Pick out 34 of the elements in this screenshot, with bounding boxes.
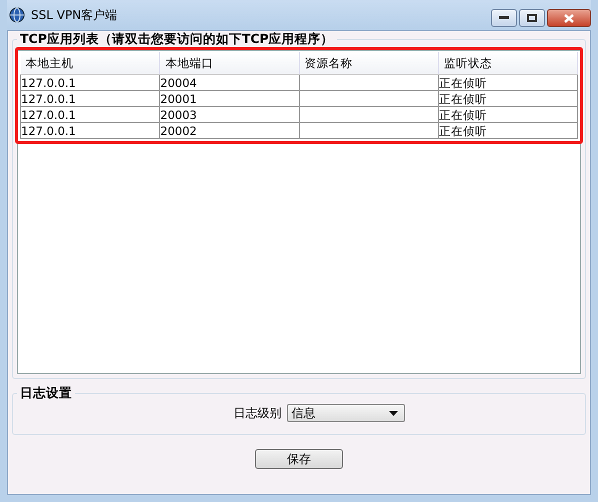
column-header[interactable]: 资源名称 [299, 52, 438, 74]
minimize-button[interactable] [491, 9, 517, 27]
maximize-button[interactable] [519, 9, 545, 27]
table-cell: 127.0.0.1 [22, 76, 76, 90]
log-level-dropdown[interactable]: 信息 [286, 404, 404, 422]
table-row[interactable]: 127.0.0.1 20003 正在侦听 [20, 106, 578, 122]
table-cell: 127.0.0.1 [22, 124, 76, 138]
field-label: 日志级别 [234, 404, 282, 422]
maximize-icon [527, 14, 537, 22]
table-cell: 20004 [160, 76, 197, 90]
column-header[interactable]: 监听状态 [438, 52, 578, 74]
table-cell: 20001 [160, 92, 197, 106]
group-title: 日志设置 [19, 385, 73, 402]
close-icon [564, 14, 574, 22]
table-row[interactable]: 127.0.0.1 20001 正在侦听 [20, 90, 578, 106]
save-button[interactable]: 保存 [255, 449, 343, 469]
group-title: TCP应用列表（请双击您要访问的如下TCP应用程序） [19, 31, 335, 48]
table-cell: 正在侦听 [439, 76, 487, 90]
caret-icon [388, 410, 398, 416]
minimize-icon [499, 16, 509, 20]
column-header[interactable]: 本地主机 [20, 52, 160, 74]
table-cell: 20003 [160, 108, 197, 122]
column-header[interactable]: 本地端口 [160, 52, 299, 74]
globe-icon [9, 7, 25, 23]
close-button[interactable] [547, 9, 591, 27]
table-cell: 127.0.0.1 [22, 108, 76, 122]
table-cell: 正在侦听 [439, 108, 487, 122]
table-cell: 正在侦听 [439, 92, 487, 106]
table-cell: 20002 [160, 124, 197, 138]
table-cell: 127.0.0.1 [22, 92, 76, 106]
table-row[interactable]: 127.0.0.1 20004 正在侦听 [20, 74, 578, 90]
table-row[interactable]: 127.0.0.1 20002 正在侦听 [20, 122, 578, 138]
table-cell: 正在侦听 [439, 124, 487, 138]
window-title: SSL VPN客户端 [31, 6, 118, 24]
